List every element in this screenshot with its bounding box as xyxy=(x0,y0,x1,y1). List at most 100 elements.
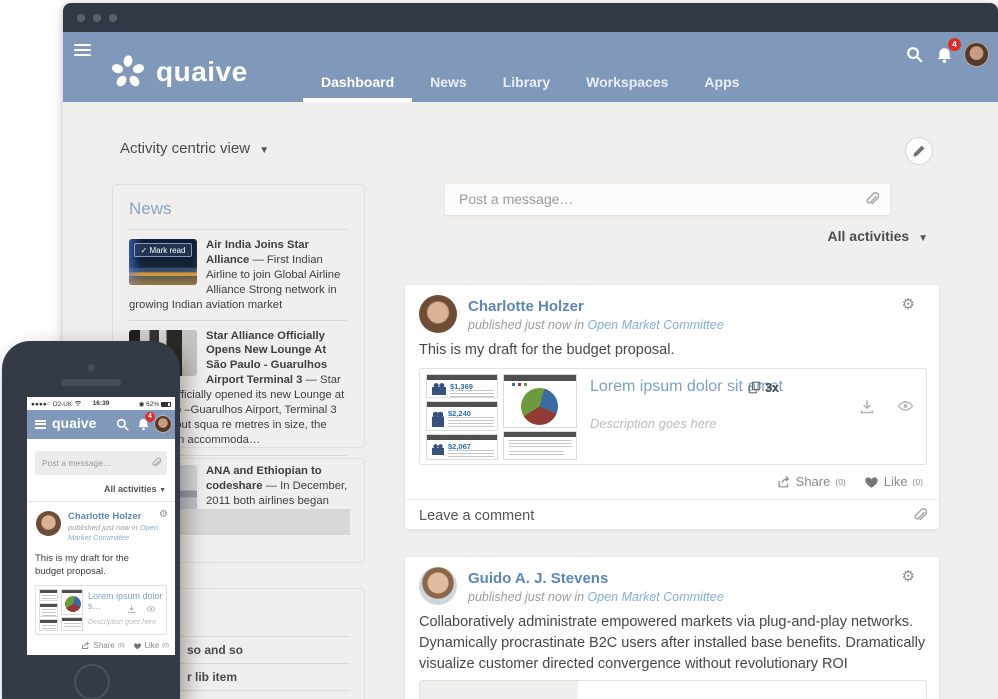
phone-screen: ●●●●○ O2-UK 16:39 ◉ 62% quaive xyxy=(27,397,175,655)
browser-window: quaive Dashboard News Library Workspaces… xyxy=(63,3,998,699)
quaive-logo-icon xyxy=(109,53,147,91)
paperclip-icon[interactable] xyxy=(150,457,161,468)
share-button[interactable]: Share (0) xyxy=(777,474,846,489)
news-portlet-title: News xyxy=(129,199,348,219)
phone-camera-dot xyxy=(88,364,95,371)
community-link[interactable]: Open Market Committee xyxy=(588,318,724,332)
tab-apps[interactable]: Apps xyxy=(686,66,757,102)
gear-icon[interactable]: ⚙ xyxy=(159,509,168,520)
author-avatar[interactable] xyxy=(419,295,457,333)
share-icon xyxy=(777,475,791,489)
tab-dashboard[interactable]: Dashboard xyxy=(303,66,412,102)
byline-prefix: published just now in xyxy=(468,590,584,604)
hamburger-menu-icon[interactable] xyxy=(74,44,91,56)
like-label: Like xyxy=(145,641,160,650)
share-label: Share xyxy=(93,641,114,650)
app-logo[interactable]: quaive xyxy=(109,53,248,91)
like-label: Like xyxy=(884,474,908,489)
post-byline: published just now in Open Market Commit… xyxy=(68,523,170,543)
share-label: Share xyxy=(796,474,831,489)
post-byline: published just now in Open Market Commit… xyxy=(468,318,724,332)
post-card: Charlotte Holzer ⚙ published just now in… xyxy=(404,284,940,530)
edit-button[interactable] xyxy=(905,137,933,165)
community-link[interactable]: Open Market Committee xyxy=(588,590,724,604)
post-body: This is my draft for the budget proposal… xyxy=(419,340,927,361)
gear-icon[interactable]: ⚙ xyxy=(902,567,915,585)
notification-badge[interactable]: 4 xyxy=(948,38,961,51)
search-icon[interactable] xyxy=(116,418,129,431)
paperclip-icon[interactable] xyxy=(911,507,927,523)
byline-prefix: published just now in xyxy=(68,523,138,532)
share-icon xyxy=(81,641,90,650)
gear-icon[interactable]: ⚙ xyxy=(902,295,915,313)
attachment-preview[interactable] xyxy=(419,680,927,699)
activities-filter-dropdown[interactable]: All activities ▼ xyxy=(104,484,166,494)
user-avatar[interactable] xyxy=(154,415,172,433)
chevron-down-icon: ▼ xyxy=(918,233,928,244)
paperclip-icon[interactable] xyxy=(863,191,879,207)
post-message-placeholder: Post a message… xyxy=(42,458,111,468)
author-name-link[interactable]: Charlotte Holzer xyxy=(468,298,584,315)
author-name-link[interactable]: Guido A. J. Stevens xyxy=(468,570,608,587)
author-avatar[interactable] xyxy=(36,511,61,536)
phone-mockup: ●●●●○ O2-UK 16:39 ◉ 62% quaive xyxy=(2,341,180,699)
like-button[interactable]: Like (0) xyxy=(864,474,923,489)
author-name-link[interactable]: Charlotte Holzer xyxy=(68,511,141,522)
post-body: Collaboratively administrate empowered m… xyxy=(419,612,927,675)
activities-filter-dropdown[interactable]: All activities ▼ xyxy=(828,228,929,244)
attachment-thumbnails xyxy=(39,589,83,632)
app-header: quaive Dashboard News Library Workspaces… xyxy=(63,32,998,102)
activities-filter-label: All activities xyxy=(104,484,157,494)
hamburger-menu-icon[interactable] xyxy=(35,420,46,429)
dashboard-content: Activity centric view ▼ News ✓ Mark read… xyxy=(63,102,998,699)
attachment-preview[interactable]: Lorem ipsum dolor s… Description goes he… xyxy=(35,585,167,635)
download-icon[interactable] xyxy=(859,399,875,415)
window-dot-icon[interactable] xyxy=(93,14,101,22)
attachment-preview[interactable]: $1,369 $2,240 $2,067 xyxy=(419,368,927,465)
search-icon[interactable] xyxy=(906,46,923,63)
battery-percent: 62% xyxy=(146,401,159,408)
location-icon: ◉ xyxy=(139,401,145,408)
browser-titlebar xyxy=(63,3,998,32)
like-count: (0) xyxy=(162,643,169,649)
phone-statusbar: ●●●●○ O2-UK 16:39 ◉ 62% xyxy=(27,397,175,410)
comment-input[interactable]: Leave a comment xyxy=(405,499,939,531)
phone-home-button[interactable] xyxy=(74,664,110,699)
window-dot-icon[interactable] xyxy=(109,14,117,22)
eye-icon[interactable] xyxy=(897,399,914,415)
tab-news[interactable]: News xyxy=(412,66,485,102)
tab-workspaces[interactable]: Workspaces xyxy=(568,66,686,102)
eye-icon[interactable] xyxy=(146,605,156,614)
post-message-input[interactable]: Post a message… xyxy=(35,451,167,475)
pencil-icon xyxy=(912,144,926,158)
window-dot-icon[interactable] xyxy=(77,14,85,22)
activities-filter-label: All activities xyxy=(828,228,910,244)
post-message-placeholder: Post a message… xyxy=(459,191,573,207)
share-button[interactable]: Share (0) xyxy=(81,641,124,650)
post-body: This is my draft for the budget proposal… xyxy=(35,552,157,579)
divider xyxy=(27,501,175,502)
like-count: (0) xyxy=(913,477,923,487)
author-avatar[interactable] xyxy=(419,567,457,605)
user-avatar[interactable] xyxy=(964,42,989,67)
screenshot-stage: quaive Dashboard News Library Workspaces… xyxy=(0,0,998,699)
like-button[interactable]: Like (0) xyxy=(133,641,169,650)
view-selector-dropdown[interactable]: Activity centric view ▼ xyxy=(120,140,269,157)
share-count: (0) xyxy=(835,477,845,487)
download-icon[interactable] xyxy=(127,605,136,614)
tab-library[interactable]: Library xyxy=(485,66,568,102)
post-actions: Share (0) Like (0) xyxy=(81,641,169,650)
phone-speaker-slot xyxy=(61,379,121,386)
attachment-thumbnails: $1,369 $2,240 $2,067 xyxy=(426,374,578,460)
news-item[interactable]: ✓ Mark read Air India Joins Star Allianc… xyxy=(129,229,348,320)
attachment-description: Description goes here xyxy=(590,416,716,431)
pie-chart-thumbnail xyxy=(503,374,577,428)
mark-read-button[interactable]: ✓ Mark read xyxy=(134,243,192,257)
app-logo-text[interactable]: quaive xyxy=(52,415,96,431)
heart-icon xyxy=(133,642,142,650)
post-actions: Share (0) Like (0) xyxy=(777,474,923,489)
post-message-input[interactable]: Post a message… xyxy=(445,184,890,215)
attachment-description: Description goes here xyxy=(88,619,156,626)
share-count: (0) xyxy=(118,643,125,649)
comment-placeholder: Leave a comment xyxy=(419,508,534,524)
